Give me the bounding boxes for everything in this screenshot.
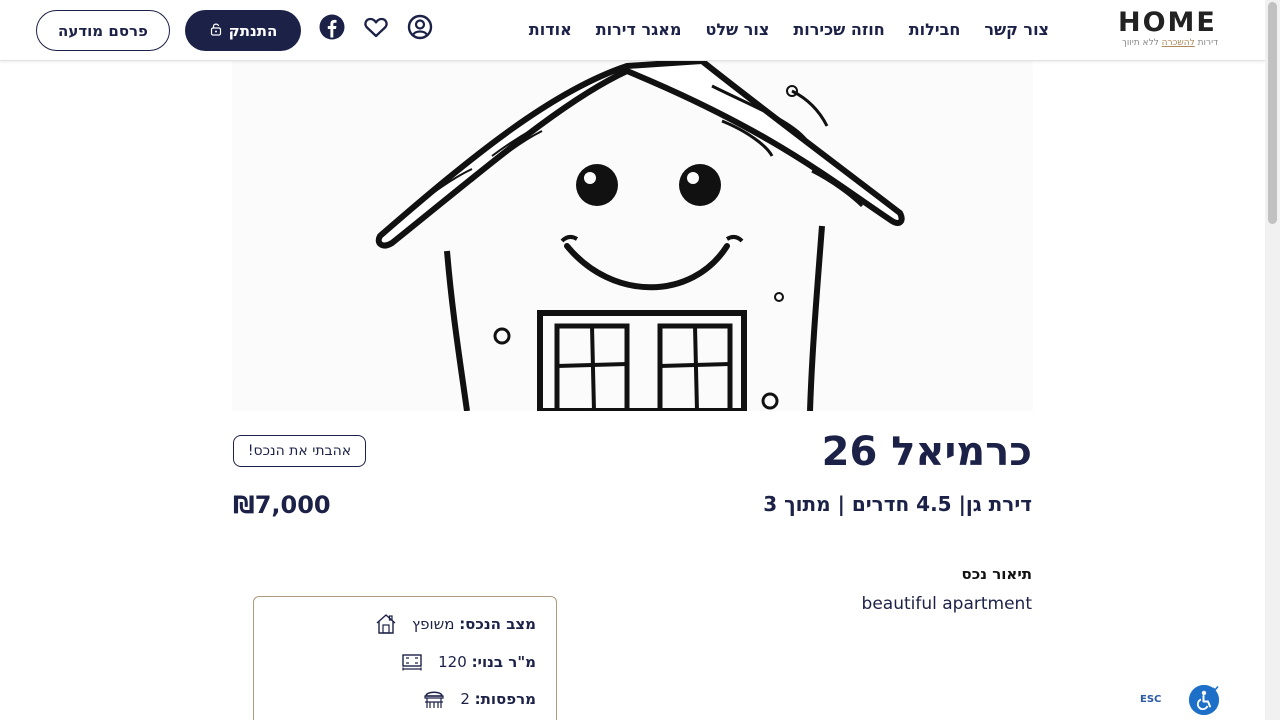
property-title: כרמיאל 26 (821, 429, 1032, 475)
accessibility-esc-label[interactable]: ESC (1140, 694, 1161, 705)
nav-item-about[interactable]: אודות (529, 18, 572, 42)
property-price: ₪7,000 (233, 491, 331, 519)
user-profile-icon[interactable] (406, 13, 434, 41)
unlock-icon (209, 22, 223, 40)
detail-label: מ"ר בנוי: (471, 653, 536, 671)
accessibility-icon[interactable] (1189, 685, 1219, 715)
description-heading: תיאור נכס (961, 565, 1032, 583)
tagline-suffix: ללא תיווך (1122, 38, 1162, 48)
property-details-card: מצב הנכס: משופץ מ"ר בנוי: 120 מרפסות: 2 (253, 596, 557, 720)
property-image[interactable] (232, 61, 1033, 411)
detail-row-area: מ"ר בנוי: 120 (400, 650, 536, 674)
tagline-highlight: להשכרה (1161, 38, 1195, 48)
detail-value: 2 (460, 690, 475, 708)
page: HOME דירות להשכרה ללא תיווך אודות מאגר ד… (0, 0, 1280, 720)
nav-item-create-sign[interactable]: צור שלט (706, 18, 770, 42)
facebook-icon[interactable] (318, 13, 346, 41)
detail-text-area: מ"ר בנוי: 120 (438, 653, 536, 671)
logo-text: HOME (1118, 7, 1217, 38)
nav-item-rental-contract[interactable]: חוזה שכירות (793, 18, 884, 42)
detail-text-balconies: מרפסות: 2 (460, 690, 536, 708)
nav-item-packages[interactable]: חבילות (909, 18, 961, 42)
house-condition-icon (374, 612, 398, 636)
detail-text-condition: מצב הנכס: משופץ (412, 615, 536, 633)
description-text: beautiful apartment (861, 594, 1032, 614)
heart-icon[interactable] (362, 13, 390, 41)
detail-value: 120 (438, 653, 472, 671)
main-nav: אודות מאגר דירות צור שלט חוזה שכירות חבי… (529, 18, 1049, 42)
detail-value: משופץ (412, 615, 460, 633)
floor-area-icon (400, 650, 424, 674)
detail-label: מרפסות: (474, 690, 536, 708)
balcony-icon (422, 687, 446, 711)
logout-label: התנתק (228, 21, 278, 40)
detail-row-condition: מצב הנכס: משופץ (374, 612, 536, 636)
nav-item-listings[interactable]: מאגר דירות (596, 18, 682, 42)
detail-label: מצב הנכס: (459, 615, 536, 633)
publish-ad-button[interactable]: פרסם מודעה (36, 10, 170, 51)
tagline-prefix: דירות (1194, 38, 1218, 48)
site-header: HOME דירות להשכרה ללא תיווך אודות מאגר ד… (0, 0, 1265, 61)
detail-row-balconies: מרפסות: 2 (422, 687, 536, 711)
site-logo[interactable]: HOME דירות להשכרה ללא תיווך (1118, 8, 1224, 54)
logout-button[interactable]: התנתק (185, 10, 301, 51)
nav-item-contact[interactable]: צור קשר (984, 18, 1049, 42)
page-scrollbar[interactable] (1265, 0, 1280, 720)
scrollbar-thumb[interactable] (1268, 2, 1277, 224)
logo-tagline: דירות להשכרה ללא תיווך (1122, 38, 1218, 48)
love-property-button[interactable]: אהבתי את הנכס! (233, 435, 366, 467)
property-subtitle: דירת גן| 4.5 חדרים | מתוך 3 (763, 492, 1032, 516)
